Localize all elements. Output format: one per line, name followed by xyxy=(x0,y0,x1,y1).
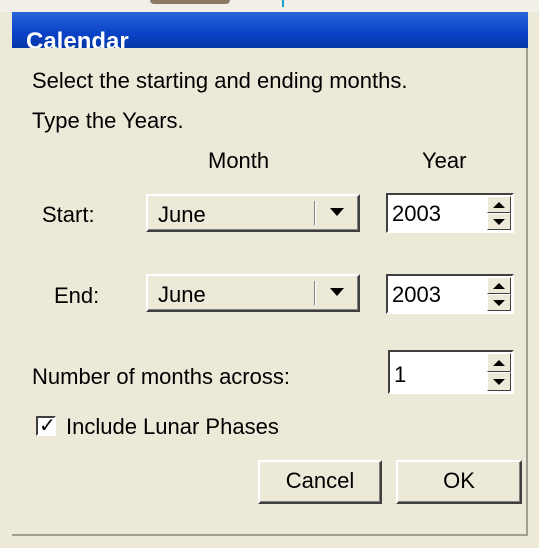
start-year-decrement[interactable] xyxy=(487,213,511,230)
background-decoration xyxy=(150,0,230,4)
start-year-increment[interactable] xyxy=(487,196,511,213)
background-window-strip xyxy=(0,0,539,12)
start-year-spinner[interactable]: 2003 xyxy=(386,193,514,233)
lunar-phases-checkbox[interactable]: ✓ xyxy=(36,413,56,437)
checkmark-icon: ✓ xyxy=(39,413,56,437)
start-month-value: June xyxy=(158,202,206,227)
arrow-down-icon xyxy=(493,379,505,385)
end-label: End: xyxy=(54,283,100,308)
months-across-spinner[interactable]: 1 xyxy=(388,350,514,394)
arrow-up-icon xyxy=(493,283,505,289)
dropdown-separator-highlight xyxy=(315,201,316,225)
start-label: Start: xyxy=(42,202,95,227)
start-year-spin-buttons xyxy=(487,196,511,230)
arrow-up-icon xyxy=(493,360,505,366)
dropdown-separator-highlight xyxy=(315,281,316,305)
end-year-decrement[interactable] xyxy=(487,294,511,311)
instruction-line-2: Type the Years. xyxy=(32,108,184,133)
month-column-header: Month xyxy=(208,148,270,173)
lunar-phases-label[interactable]: Include Lunar Phases xyxy=(66,414,279,440)
end-month-dropdown[interactable]: June xyxy=(146,274,360,312)
title-bar[interactable]: Calendar xyxy=(12,12,528,55)
instruction-line-1: Select the starting and ending months. xyxy=(32,68,408,93)
chevron-down-icon[interactable] xyxy=(330,208,344,216)
end-year-increment[interactable] xyxy=(487,277,511,294)
end-year-value[interactable]: 2003 xyxy=(392,282,441,308)
end-year-spinner[interactable]: 2003 xyxy=(386,274,514,314)
year-column-header: Year xyxy=(422,148,467,173)
months-across-value[interactable]: 1 xyxy=(394,362,406,388)
dialog-body: Select the starting and ending months. T… xyxy=(12,48,528,536)
cancel-button[interactable]: Cancel xyxy=(258,460,382,504)
end-year-spin-buttons xyxy=(487,277,511,311)
start-month-dropdown[interactable]: June xyxy=(146,194,360,232)
arrow-down-icon xyxy=(493,300,505,306)
months-across-spin-buttons xyxy=(487,353,511,391)
months-across-decrement[interactable] xyxy=(487,372,511,391)
months-across-increment[interactable] xyxy=(487,353,511,372)
ok-button[interactable]: OK xyxy=(396,460,522,504)
chevron-down-icon[interactable] xyxy=(330,288,344,296)
arrow-down-icon xyxy=(493,219,505,225)
background-decoration-line xyxy=(282,0,284,7)
arrow-up-icon xyxy=(493,202,505,208)
start-year-value[interactable]: 2003 xyxy=(392,201,441,227)
months-across-label: Number of months across: xyxy=(32,364,290,389)
end-month-value: June xyxy=(158,282,206,307)
